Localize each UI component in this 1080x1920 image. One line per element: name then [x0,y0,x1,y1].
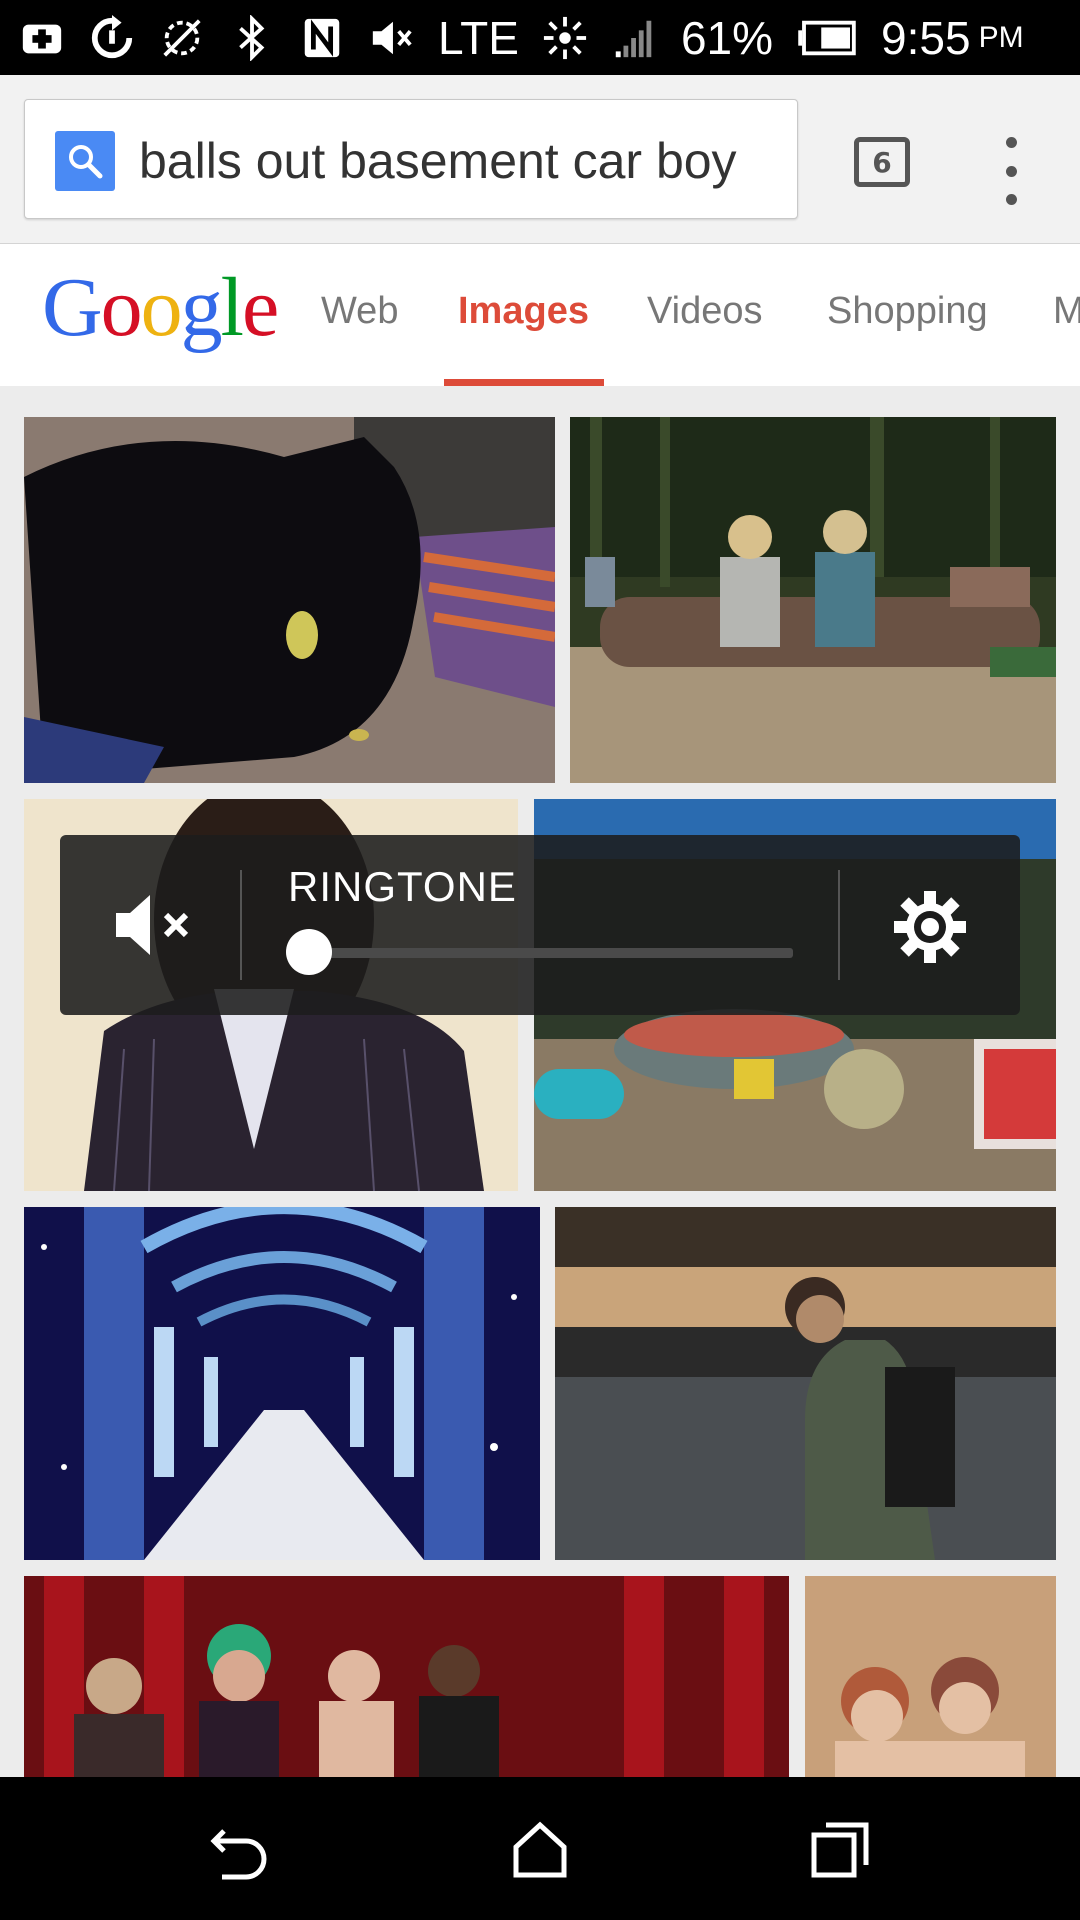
image-result[interactable] [24,1576,789,1777]
nfc-icon [298,14,346,62]
logo-letter: e [242,261,279,354]
gear-icon[interactable] [892,889,968,965]
volume-slider-thumb[interactable] [286,929,332,975]
logo-letter: o [100,261,143,354]
volume-slider-track[interactable] [308,948,793,958]
sync-icon [88,14,136,62]
tab-videos[interactable]: Videos [647,290,763,333]
signal-strength-icon [611,14,659,62]
image-result[interactable] [555,1207,1056,1560]
bluetooth-icon [228,14,276,62]
search-icon [55,131,115,191]
volume-panel: RINGTONE [60,835,1020,1015]
brightness-icon [541,14,589,62]
mute-icon[interactable] [112,889,202,961]
status-bar: LTE 61% 9:55 PM [0,0,1080,75]
mute-icon [368,14,416,62]
google-search-nav: Google Web Images Videos Shopping M [0,244,1080,387]
search-query-text[interactable]: balls out basement car boy [139,132,737,190]
battery-icon [795,14,859,62]
image-results-grid: RINGTONE [0,386,1080,1777]
tab-web[interactable]: Web [321,290,398,333]
network-type: LTE [438,11,519,64]
tab-switcher-button[interactable]: 6 [854,137,910,187]
volume-stream-label: RINGTONE [288,863,517,910]
logo-letter: g [180,261,223,354]
battery-percent: 61% [680,11,774,64]
clock: 9:55 [881,11,971,64]
tab-shopping[interactable]: Shopping [827,290,988,333]
recent-apps-icon[interactable] [808,1817,872,1881]
logo-letter: l [220,261,244,354]
system-navigation-bar [0,1777,1080,1920]
image-result[interactable] [24,1207,540,1560]
home-icon[interactable] [508,1817,572,1881]
back-icon[interactable] [208,1817,272,1881]
clock-ampm: PM [978,20,1024,54]
divider [838,870,840,980]
no-signal-icon [158,14,206,62]
divider [240,870,242,980]
logo-letter: G [42,261,103,354]
google-logo[interactable]: Google [42,266,279,350]
browser-toolbar: balls out basement car boy 6 [0,75,1080,244]
medical-plus-icon [18,14,66,62]
search-box[interactable]: balls out basement car boy [24,99,798,219]
tab-more[interactable]: M [1053,290,1080,333]
tab-images[interactable]: Images [458,290,589,333]
image-result[interactable] [805,1576,1056,1777]
overflow-menu-button[interactable] [994,131,1028,211]
logo-letter: o [140,261,183,354]
active-tab-indicator [444,379,604,386]
image-result[interactable] [570,417,1056,783]
image-result[interactable] [24,417,555,783]
